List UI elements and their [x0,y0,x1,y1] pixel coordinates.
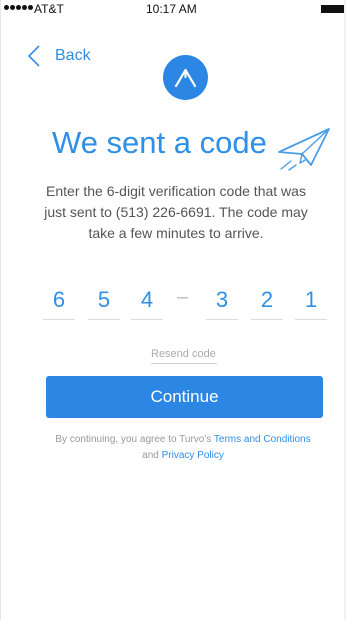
chevron-left-icon [27,45,40,67]
terms-link[interactable]: Terms and Conditions [214,434,311,445]
code-digit-3[interactable]: 4 [131,287,163,313]
page-title: We sent a code [52,125,267,160]
code-digit-underline [206,319,238,320]
title-row: We sent a code [0,123,346,171]
resend-underline [151,363,217,364]
frame-left-edge [0,0,1,620]
code-digit-underline [43,319,75,320]
code-digit-1[interactable]: 6 [43,287,75,313]
code-digit-4[interactable]: 3 [206,287,238,313]
code-digit-5[interactable]: 2 [251,287,283,313]
carrier-label: AT&T [34,2,64,16]
legal-prefix: By continuing, you agree to Turvo's [55,434,214,445]
code-digit-2[interactable]: 5 [88,287,120,313]
continue-button[interactable]: Continue [46,376,323,418]
code-digit-underline [88,319,120,320]
signal-strength-icon [4,5,33,10]
legal-text: By continuing, you agree to Turvo's Term… [30,432,336,464]
paper-plane-icon [278,128,330,171]
code-separator: – [177,286,189,308]
battery-icon [321,5,344,13]
instruction-text: Enter the 6-digit verification code that… [44,183,308,241]
back-button-label: Back [55,47,91,64]
privacy-link[interactable]: Privacy Policy [162,450,224,461]
resend-code-link[interactable]: Resend code [151,348,216,360]
turvo-logo-icon [163,55,208,100]
code-digit-6[interactable]: 1 [295,287,327,313]
code-digit-underline [295,319,327,320]
code-digit-underline [131,319,163,320]
back-button[interactable]: Back [27,44,91,68]
status-bar: AT&T 10:17 AM [0,0,346,20]
status-time: 10:17 AM [146,2,197,16]
legal-and: and [142,450,162,461]
code-digit-underline [251,319,283,320]
